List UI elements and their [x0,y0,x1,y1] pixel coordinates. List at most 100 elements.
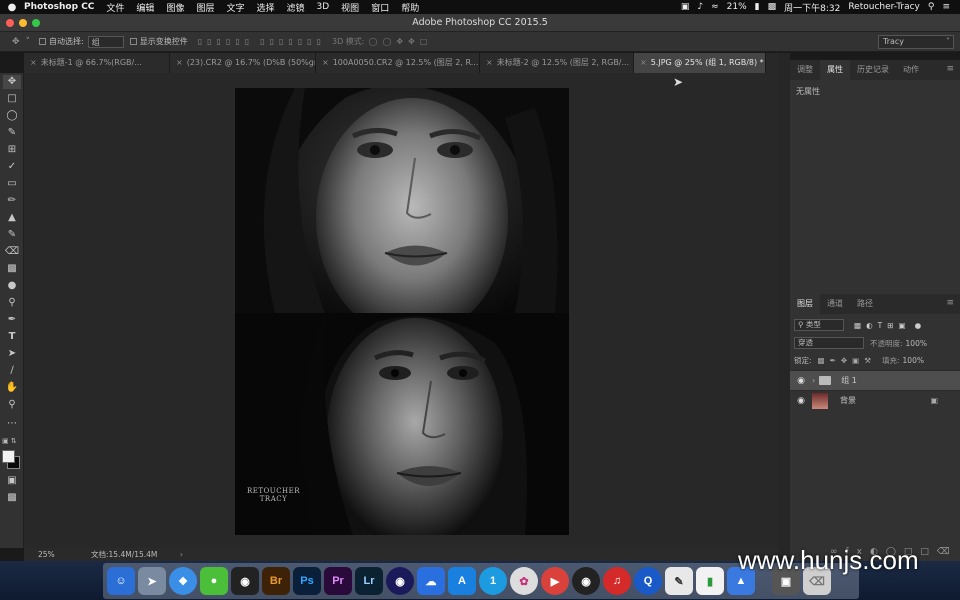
path-selection-tool-icon[interactable]: ➤ [3,347,21,361]
premiere-icon[interactable]: Pr [324,567,352,595]
tab-23-cr2[interactable]: ×(23).CR2 @ 16.7% (D%B (50%gray), ... [170,53,316,73]
quick-mask-icon[interactable]: ▣ [3,474,21,488]
zoom-level-field[interactable]: 25% [38,548,55,561]
lightroom-icon[interactable]: Lr [355,567,383,595]
finder-icon[interactable]: ☺ [107,567,135,595]
battery-icon[interactable]: ▮ [755,2,760,12]
chevron-right-icon[interactable]: › [812,376,815,385]
bridge-icon[interactable]: Br [262,567,290,595]
tab-actions[interactable]: 动作 [896,60,926,80]
auto-select-dropdown[interactable]: 组 [87,35,124,48]
obs-icon[interactable]: ◉ [572,567,600,595]
wifi-icon[interactable]: ≈ [711,2,719,12]
chevron-down-icon[interactable]: ˅ [26,37,31,47]
tab-5-jpg[interactable]: × 5.JPG @ 25% (组 1, RGB/8) * [634,53,766,73]
close-tab-icon[interactable]: × [30,58,37,67]
qq-icon[interactable]: ◉ [231,567,259,595]
move-tool-icon[interactable]: ✥ [12,37,20,47]
blend-mode-dropdown[interactable]: 穿透 [794,337,864,349]
notification-center-icon[interactable]: ≡ [942,2,950,12]
numbers-icon[interactable]: ▮ [696,567,724,595]
lasso-tool-icon[interactable]: ◯ [3,109,21,123]
auto-select-checkbox[interactable] [39,38,47,45]
menu-file[interactable]: 文件 [106,1,124,14]
launchpad-icon[interactable]: ➤ [138,567,166,595]
menu-image[interactable]: 图像 [166,1,184,14]
preview-icon[interactable]: ✎ [665,567,693,595]
type-tool-icon[interactable]: T [3,330,21,344]
menu-help[interactable]: 帮助 [401,1,419,14]
netease-music-icon[interactable]: ♫ [603,567,631,595]
davinci-icon[interactable]: ✿ [510,567,538,595]
menu-select[interactable]: 选择 [256,1,274,14]
menu-type[interactable]: 文字 [226,1,244,14]
close-tab-icon[interactable]: × [176,58,183,67]
layer-kind-filter[interactable]: ⚲ 类型 [794,319,844,331]
align-buttons-icon[interactable]: ▯▯▯▯▯▯ [198,37,254,46]
quicktime-icon[interactable]: Q [634,567,662,595]
hand-tool-icon[interactable]: ✋ [3,381,21,395]
close-tab-icon[interactable]: × [640,58,647,67]
info-app-icon[interactable]: 1 [479,567,507,595]
tab-untitled-1[interactable]: × 未标题-1 @ 66.7%(RGB/... [24,53,170,73]
eye-icon[interactable]: ◉ [790,396,812,406]
status-menu-arrow-icon[interactable]: › [180,548,183,561]
opacity-value[interactable]: 100% [906,339,927,348]
layer-row-group[interactable]: ◉ › 组 1 [790,370,960,390]
menu-view[interactable]: 视图 [341,1,359,14]
show-transform-checkbox[interactable] [129,38,137,45]
display-icon[interactable]: ▣ [681,2,690,12]
line-tool-icon[interactable]: ∕ [3,364,21,378]
eraser-tool-icon[interactable]: ⌫ [3,245,21,259]
input-source-icon[interactable]: ▩ [768,2,777,12]
default-colors-icon[interactable]: ▣ ⇅ [2,437,17,445]
lock-options-icons[interactable]: ▩✒✥▣⚒ [818,356,876,365]
tab-100a0050-cr2[interactable]: × 100A0050.CR2 @ 12.5% (图层 2, R... [316,53,480,73]
cinema4d-icon[interactable]: ◉ [386,567,414,595]
menu-window[interactable]: 窗口 [371,1,389,14]
layer-row-background[interactable]: ◉ 背景 ▣ [790,390,960,410]
apple-icon[interactable]: ● [0,2,24,13]
crop-tool-icon[interactable]: ⊞ [3,143,21,157]
history-brush-tool-icon[interactable]: ✎ [3,228,21,242]
fill-value[interactable]: 100% [903,356,924,365]
eye-icon[interactable]: ◉ [790,376,812,386]
foreground-color-swatch[interactable] [2,450,15,463]
healing-brush-tool-icon[interactable]: ▭ [3,177,21,191]
menu-layer[interactable]: 图层 [196,1,214,14]
panel-menu-icon[interactable]: ≡ [946,64,954,74]
move-tool-icon[interactable]: ✥ [3,75,21,89]
marquee-tool-icon[interactable]: □ [3,92,21,106]
pen-tool-icon[interactable]: ✒ [3,313,21,327]
dodge-tool-icon[interactable]: ⚲ [3,296,21,310]
menubar-clock[interactable]: 周一下午8:32 [784,1,840,14]
gradient-tool-icon[interactable]: ▩ [3,262,21,276]
tab-properties[interactable]: 属性 [820,60,850,80]
menu-3d[interactable]: 3D [317,2,330,12]
quick-select-tool-icon[interactable]: ✎ [3,126,21,140]
app-store-icon[interactable]: A [448,567,476,595]
baidu-cloud-icon[interactable]: ☁ [417,567,445,595]
app-menu[interactable]: Photoshop CC [24,2,94,12]
distribute-buttons-icon[interactable]: ▯▯▯▯▯▯▯ [260,37,326,46]
canvas-area[interactable]: RETOUCHER TRACY ➤ [24,73,778,548]
tab-channels[interactable]: 通道 [820,294,850,314]
document-canvas[interactable]: RETOUCHER TRACY [235,88,569,535]
3d-tools-icon[interactable]: ◯◯✥✥□ [369,37,433,46]
photoshop-icon[interactable]: Ps [293,567,321,595]
blur-tool-icon[interactable]: ● [3,279,21,293]
clone-stamp-tool-icon[interactable]: ▲ [3,211,21,225]
brush-tool-icon[interactable]: ✏ [3,194,21,208]
panel-menu-icon[interactable]: ≡ [946,298,954,308]
safari-icon[interactable]: ❖ [169,567,197,595]
close-tab-icon[interactable]: × [322,58,329,67]
close-tab-icon[interactable]: × [486,58,493,67]
tab-history[interactable]: 历史记录 [850,60,896,80]
video-app-icon[interactable]: ▶ [541,567,569,595]
spotlight-icon[interactable]: ⚲ [928,2,935,12]
wechat-icon[interactable]: ● [200,567,228,595]
zoom-tool-icon[interactable]: ⚲ [3,398,21,412]
filter-toggle-icon[interactable]: ● [915,321,922,330]
menubar-user[interactable]: Retoucher-Tracy [848,2,920,12]
eyedropper-tool-icon[interactable]: ✓ [3,160,21,174]
